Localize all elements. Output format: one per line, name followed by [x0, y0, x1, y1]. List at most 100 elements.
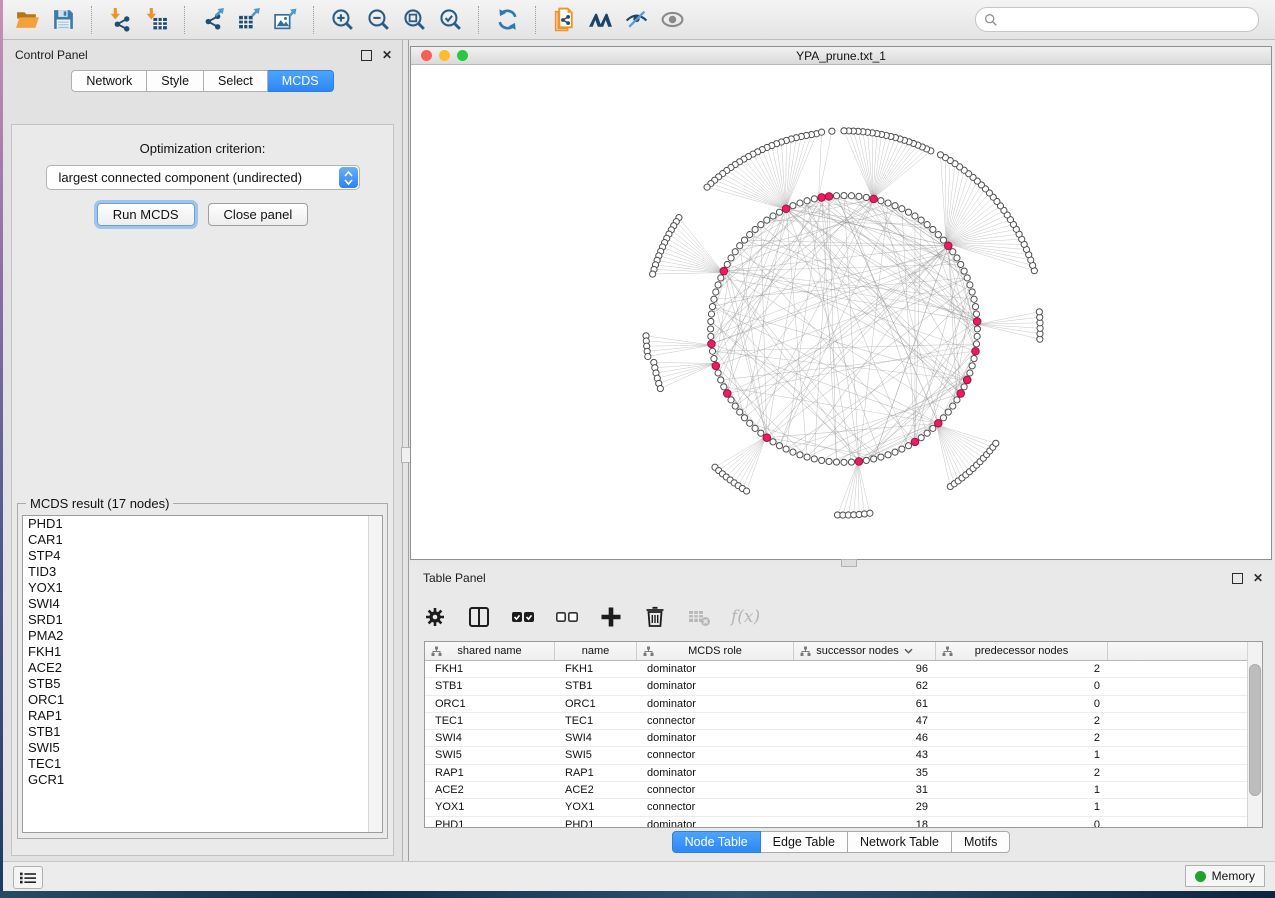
cell-shared_name: RAP1: [425, 765, 555, 781]
mcds-result-item[interactable]: RAP1: [23, 708, 382, 724]
delete-table-icon[interactable]: [687, 605, 711, 629]
mcds-result-item[interactable]: GCR1: [23, 772, 382, 788]
float-panel-icon[interactable]: [1232, 573, 1243, 584]
table-row[interactable]: SWI5SWI5connector431: [425, 747, 1262, 764]
zoom-in-icon[interactable]: [324, 3, 360, 37]
column-header-predecessor_nodes[interactable]: predecessor nodes: [936, 642, 1108, 660]
mcds-result-item[interactable]: STB1: [23, 724, 382, 740]
table-row[interactable]: ACE2ACE2connector311: [425, 782, 1262, 799]
cell-successor_nodes: 61: [794, 696, 936, 712]
cell-name: TEC1: [555, 713, 637, 729]
tab-mcds[interactable]: MCDS: [268, 70, 334, 92]
scrollbar-thumb[interactable]: [1249, 664, 1261, 796]
export-table-icon[interactable]: [231, 3, 267, 37]
tab-select[interactable]: Select: [204, 70, 268, 92]
tab-style[interactable]: Style: [147, 70, 204, 92]
delete-row-icon[interactable]: [643, 605, 667, 629]
export-image-icon[interactable]: [267, 3, 303, 37]
export-network-icon[interactable]: [195, 3, 231, 37]
hide-graphics-details-icon[interactable]: [618, 3, 654, 37]
select-all-icon[interactable]: [511, 605, 535, 629]
cell-mcds_role: connector: [637, 713, 794, 729]
close-panel-button[interactable]: Close panel: [208, 203, 309, 226]
mcds-result-item[interactable]: SWI4: [23, 596, 382, 612]
zoom-out-icon[interactable]: [360, 3, 396, 37]
column-label: shared name: [457, 645, 521, 657]
refresh-icon[interactable]: [489, 3, 525, 37]
mcds-result-item[interactable]: CAR1: [23, 532, 382, 548]
import-network-icon[interactable]: [102, 3, 138, 37]
mcds-list-scrollbar[interactable]: [368, 516, 382, 832]
mcds-result-item[interactable]: SWI5: [23, 740, 382, 756]
function-builder-icon[interactable]: f(x): [731, 607, 760, 627]
share-document-icon[interactable]: [546, 3, 582, 37]
tab-network[interactable]: Network: [71, 70, 147, 92]
mcds-result-item[interactable]: TEC1: [23, 756, 382, 772]
tab-motifs[interactable]: Motifs: [952, 831, 1010, 853]
mcds-result-item[interactable]: FKH1: [23, 644, 382, 660]
close-panel-icon[interactable]: [382, 49, 392, 61]
table-row[interactable]: ORC1ORC1dominator610: [425, 696, 1262, 713]
search-input[interactable]: [998, 13, 1258, 27]
zoom-selected-icon[interactable]: [432, 3, 468, 37]
criterion-dropdown[interactable]: largest connected component (undirected): [46, 165, 360, 190]
cell-predecessor_nodes: 2: [936, 661, 1108, 677]
column-header-name[interactable]: name: [555, 642, 637, 660]
search-network-icon[interactable]: [582, 3, 618, 37]
mcds-result-item[interactable]: YOX1: [23, 580, 382, 596]
mcds-result-item[interactable]: PMA2: [23, 628, 382, 644]
cell-mcds_role: dominator: [637, 678, 794, 694]
table-panel-titlebar: Table Panel: [409, 565, 1273, 591]
node-table: shared name name MCDS rolesuccessor nodes p…: [424, 641, 1263, 828]
mcds-result-item[interactable]: STB5: [23, 676, 382, 692]
show-column-icon[interactable]: [467, 605, 491, 629]
zoom-fit-icon[interactable]: [396, 3, 432, 37]
cell-name: FKH1: [555, 661, 637, 677]
cell-name: SWI5: [555, 747, 637, 763]
deselect-all-icon[interactable]: [555, 605, 579, 629]
run-mcds-button[interactable]: Run MCDS: [97, 203, 195, 226]
cell-predecessor_nodes: 1: [936, 782, 1108, 798]
cell-successor_nodes: 18: [794, 817, 936, 828]
mcds-result-item[interactable]: PHD1: [23, 516, 382, 532]
cell-shared_name: STB1: [425, 678, 555, 694]
add-row-icon[interactable]: [599, 605, 623, 629]
table-row[interactable]: SWI4SWI4dominator462: [425, 730, 1262, 747]
import-table-icon[interactable]: [138, 3, 174, 37]
table-row[interactable]: TEC1TEC1connector472: [425, 713, 1262, 730]
show-graphics-details-icon[interactable]: [654, 3, 690, 37]
table-row[interactable]: RAP1RAP1dominator352: [425, 765, 1262, 782]
close-panel-icon[interactable]: [1253, 572, 1263, 584]
mcds-result-item[interactable]: ACE2: [23, 660, 382, 676]
mcds-result-item[interactable]: SRD1: [23, 612, 382, 628]
column-label: name: [582, 645, 610, 657]
table-scrollbar[interactable]: [1247, 642, 1262, 827]
save-session-icon[interactable]: [45, 3, 81, 37]
network-canvas[interactable]: [411, 64, 1271, 559]
column-label: predecessor nodes: [975, 645, 1069, 657]
column-header-mcds_role[interactable]: MCDS role: [637, 642, 794, 660]
table-settings-icon[interactable]: [423, 605, 447, 629]
table-row[interactable]: FKH1FKH1dominator962: [425, 661, 1262, 678]
column-header-shared_name[interactable]: shared name: [425, 642, 555, 660]
mcds-result-item[interactable]: ORC1: [23, 692, 382, 708]
tab-node-table[interactable]: Node Table: [672, 831, 761, 853]
network-window-title: YPA_prune.txt_1: [411, 47, 1271, 64]
cell-shared_name: SWI4: [425, 730, 555, 746]
mcds-result-item[interactable]: STP4: [23, 548, 382, 564]
network-canvas-wrap: [411, 64, 1271, 559]
cell-successor_nodes: 43: [794, 747, 936, 763]
tab-edge-table[interactable]: Edge Table: [761, 831, 848, 853]
open-file-icon[interactable]: [9, 3, 45, 37]
memory-button[interactable]: Memory: [1185, 865, 1265, 887]
mcds-result-group: MCDS result (17 nodes) PHD1CAR1STP4TID3Y…: [17, 496, 388, 839]
tab-network-table[interactable]: Network Table: [848, 831, 952, 853]
task-history-button[interactable]: [13, 866, 43, 889]
float-panel-icon[interactable]: [361, 50, 372, 61]
table-row[interactable]: STB1STB1dominator620: [425, 678, 1262, 695]
toolbar-separator: [535, 6, 536, 34]
mcds-result-item[interactable]: TID3: [23, 564, 382, 580]
column-header-successor_nodes[interactable]: successor nodes: [794, 642, 936, 660]
table-row[interactable]: PHD1PHD1dominator180: [425, 817, 1262, 828]
table-row[interactable]: YOX1YOX1connector291: [425, 799, 1262, 816]
